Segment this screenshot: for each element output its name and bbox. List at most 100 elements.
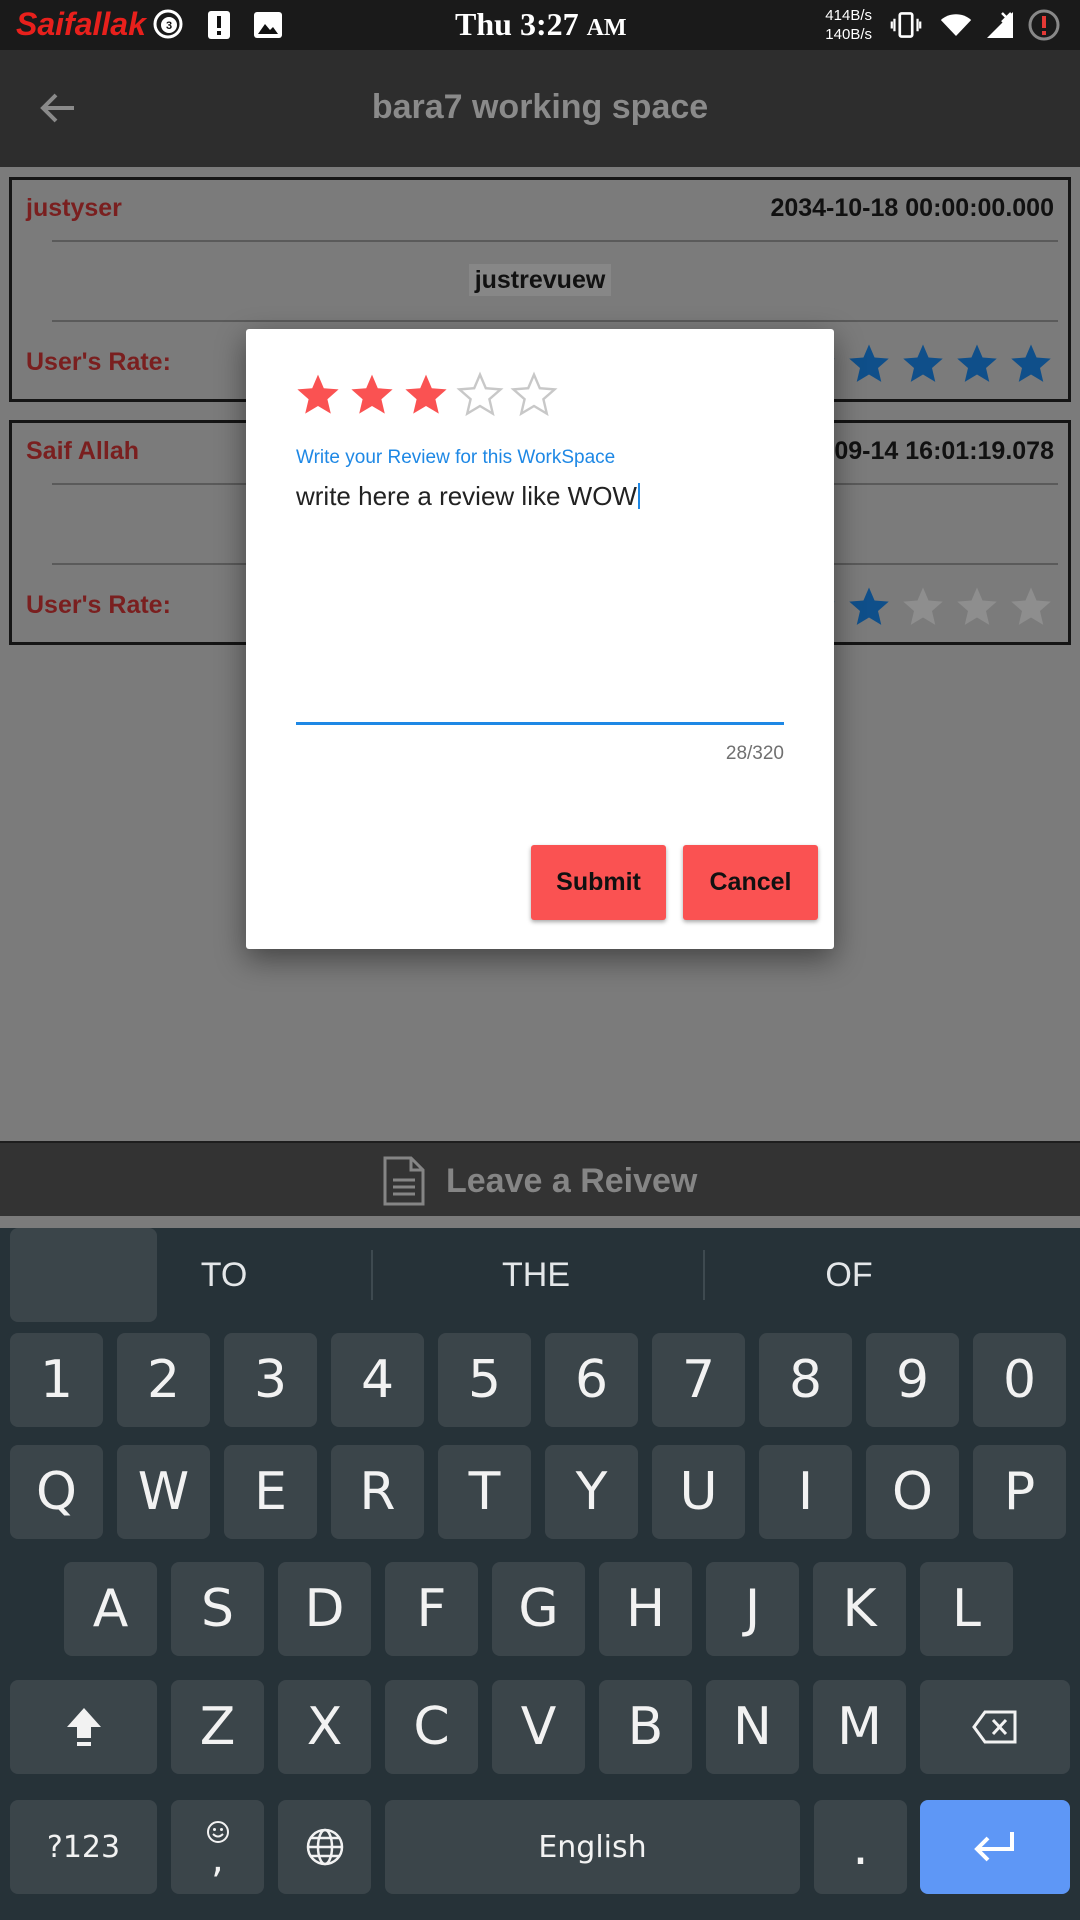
review-dialog: Write your Review for this WorkSpace wri…	[246, 329, 834, 949]
network-speed: 414B/s 140B/s	[825, 7, 872, 43]
backspace-icon	[972, 1710, 1017, 1744]
vibrate-icon	[890, 9, 922, 41]
key-n[interactable]: N	[706, 1680, 799, 1774]
key-j[interactable]: J	[706, 1562, 799, 1656]
leave-review-bar[interactable]: Leave a Reivew	[0, 1141, 1080, 1216]
rate-label: User's Rate:	[26, 591, 171, 619]
wifi-icon	[940, 9, 972, 41]
cancel-button[interactable]: Cancel	[683, 845, 818, 920]
key-g[interactable]: G	[492, 1562, 585, 1656]
key-2[interactable]: 2	[117, 1333, 210, 1427]
shift-icon	[66, 1708, 101, 1746]
status-bar: Saifallak 3 Thu 3:27 AM 414B/s 140B/s	[0, 0, 1080, 50]
review-field-label: Write your Review for this WorkSpace	[296, 447, 616, 468]
text-cursor	[637, 483, 640, 509]
key-h[interactable]: H	[599, 1562, 692, 1656]
key-z[interactable]: Z	[171, 1680, 264, 1774]
key-v[interactable]: V	[492, 1680, 585, 1774]
star-filled-icon	[903, 344, 943, 382]
key-c[interactable]: C	[385, 1680, 478, 1774]
keyboard: TO THE OF ?123 , English . 1234567890QWE…	[0, 1228, 1080, 1920]
app-bar: bara7 working space	[0, 50, 1080, 167]
star-filled-icon	[957, 344, 997, 382]
suggestion-item[interactable]: THE	[436, 1256, 636, 1295]
review-user: Saif Allah	[26, 437, 139, 465]
key-3[interactable]: 3	[224, 1333, 317, 1427]
key-l[interactable]: L	[920, 1562, 1013, 1656]
char-counter: 28/320	[725, 743, 784, 764]
chat-notification-icon: 3	[152, 9, 184, 41]
key-y[interactable]: Y	[545, 1445, 638, 1539]
divider	[52, 240, 1058, 242]
star-filled-icon[interactable]	[348, 371, 396, 419]
star-filled-icon	[1011, 344, 1051, 382]
key-k[interactable]: K	[813, 1562, 906, 1656]
globe-icon	[306, 1828, 343, 1866]
page-title: bara7 working space	[371, 88, 709, 126]
star-filled-icon[interactable]	[402, 371, 450, 419]
star-filled-icon[interactable]	[294, 371, 342, 419]
review-input[interactable]: write here a review like WOW	[296, 481, 640, 512]
alert-icon	[203, 9, 235, 41]
key-i[interactable]: I	[759, 1445, 852, 1539]
key-u[interactable]: U	[652, 1445, 745, 1539]
suggestion-strip: TO THE OF	[0, 1228, 1080, 1324]
notification-count: 3	[166, 20, 172, 32]
signal-icon	[984, 9, 1016, 41]
star-filled-icon	[849, 587, 889, 625]
status-brand: Saifallak	[16, 6, 146, 42]
suggestion-item[interactable]: OF	[749, 1256, 949, 1295]
divider	[371, 1250, 373, 1300]
star-empty-icon[interactable]	[510, 371, 558, 419]
rating-bar[interactable]	[294, 371, 558, 419]
image-icon	[252, 9, 284, 41]
star-empty-icon	[1011, 587, 1051, 625]
key-f[interactable]: F	[385, 1562, 478, 1656]
key-r[interactable]: R	[331, 1445, 424, 1539]
star-filled-icon	[849, 344, 889, 382]
key-0[interactable]: 0	[973, 1333, 1066, 1427]
enter-icon	[974, 1832, 1014, 1862]
submit-button[interactable]: Submit	[531, 845, 666, 920]
status-time: Thu 3:27 AM	[455, 6, 627, 42]
key-s[interactable]: S	[171, 1562, 264, 1656]
key-p[interactable]: P	[973, 1445, 1066, 1539]
key-o[interactable]: O	[866, 1445, 959, 1539]
backspace-key[interactable]	[920, 1680, 1070, 1774]
key-7[interactable]: 7	[652, 1333, 745, 1427]
comma-label: ,	[211, 1836, 224, 1882]
symbols-key[interactable]: ?123	[10, 1800, 157, 1894]
document-icon	[383, 1156, 425, 1206]
language-key[interactable]	[278, 1800, 371, 1894]
key-b[interactable]: B	[599, 1680, 692, 1774]
shift-key[interactable]	[10, 1680, 157, 1774]
battery-alert-icon	[1028, 9, 1060, 41]
key-8[interactable]: 8	[759, 1333, 852, 1427]
key-d[interactable]: D	[278, 1562, 371, 1656]
key-6[interactable]: 6	[545, 1333, 638, 1427]
star-empty-icon	[957, 587, 997, 625]
key-t[interactable]: T	[438, 1445, 531, 1539]
emoji-comma-key[interactable]: ,	[171, 1800, 264, 1894]
period-key[interactable]: .	[814, 1800, 907, 1894]
key-q[interactable]: Q	[10, 1445, 103, 1539]
space-key[interactable]: English	[385, 1800, 800, 1894]
divider	[703, 1250, 705, 1300]
key-w[interactable]: W	[117, 1445, 210, 1539]
key-9[interactable]: 9	[866, 1333, 959, 1427]
review-date: 09-14 16:01:19.078	[834, 437, 1054, 465]
key-e[interactable]: E	[224, 1445, 317, 1539]
key-m[interactable]: M	[813, 1680, 906, 1774]
input-underline	[296, 722, 784, 725]
leave-review-label: Leave a Reivew	[446, 1161, 698, 1200]
star-empty-icon[interactable]	[456, 371, 504, 419]
enter-key[interactable]	[920, 1800, 1070, 1894]
key-1[interactable]: 1	[10, 1333, 103, 1427]
star-empty-icon	[903, 587, 943, 625]
key-4[interactable]: 4	[331, 1333, 424, 1427]
key-a[interactable]: A	[64, 1562, 157, 1656]
review-user: justyser	[26, 194, 122, 222]
review-text: justrevuew	[12, 264, 1068, 296]
key-5[interactable]: 5	[438, 1333, 531, 1427]
key-x[interactable]: X	[278, 1680, 371, 1774]
